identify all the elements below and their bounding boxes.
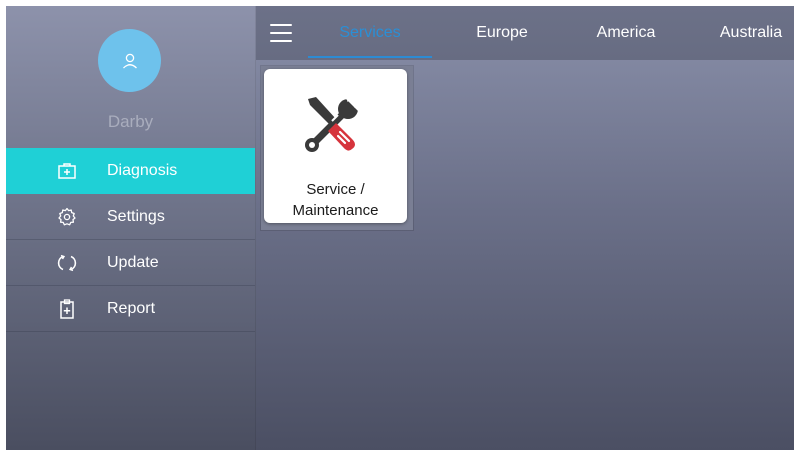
sidebar-item-report[interactable]: Report [6, 286, 255, 332]
tab-europe[interactable]: Europe [452, 6, 552, 60]
sidebar-item-label: Settings [107, 208, 165, 225]
sidebar-item-settings[interactable]: Settings [6, 194, 255, 240]
main-content: Service / Maintenance [256, 60, 794, 450]
medical-kit-icon [58, 163, 76, 179]
sidebar-item-update[interactable]: Update [6, 240, 255, 286]
gear-icon [58, 207, 76, 226]
tile-frame: Service / Maintenance [261, 66, 413, 230]
refresh-icon [57, 254, 77, 272]
user-icon [122, 53, 137, 68]
tile-label-line1: Service / [306, 181, 365, 198]
top-tab-bar: Services Europe America Australia [256, 6, 794, 60]
tab-services[interactable]: Services [308, 6, 432, 60]
tile-label: Service / Maintenance [264, 179, 407, 221]
tab-america[interactable]: America [576, 6, 676, 60]
sidebar-item-label: Update [107, 254, 159, 271]
clipboard-icon [60, 299, 74, 319]
sidebar-item-label: Diagnosis [107, 162, 178, 179]
wrench-screwdriver-icon [305, 97, 358, 152]
hamburger-menu-icon[interactable] [270, 24, 292, 42]
user-name: Darby [107, 112, 154, 131]
service-maintenance-tile[interactable]: Service / Maintenance [264, 69, 407, 223]
app-screen: Darby Diagnosis Settings Update Report S… [6, 6, 794, 450]
sidebar-menu: Diagnosis Settings Update Report [6, 148, 255, 332]
sidebar-item-label: Report [107, 300, 156, 317]
avatar[interactable] [98, 29, 161, 92]
tile-label-line2: Maintenance [292, 202, 379, 219]
tab-australia[interactable]: Australia [701, 6, 794, 60]
active-tab-indicator [308, 56, 432, 58]
sidebar: Darby Diagnosis Settings Update Report [6, 6, 256, 450]
sidebar-item-diagnosis[interactable]: Diagnosis [6, 148, 255, 194]
